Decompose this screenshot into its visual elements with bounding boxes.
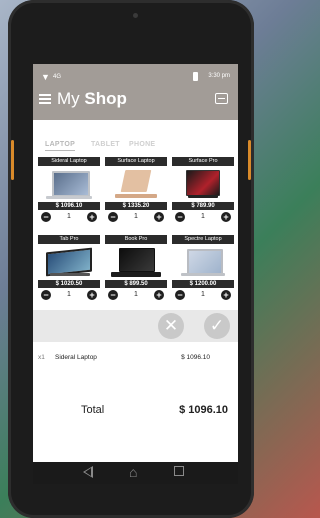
product-name: Tab Pro (38, 235, 100, 244)
quantity-stepper: − 1 + (172, 288, 234, 302)
product-image (38, 166, 100, 202)
product-card[interactable]: Surface Laptop $ 1335.20 − 1 + (105, 157, 167, 231)
product-image (105, 166, 167, 202)
product-image (38, 244, 100, 280)
product-image (172, 244, 234, 280)
cancel-button[interactable]: ✕ (158, 313, 184, 339)
product-card[interactable]: Sideral Laptop $ 1096.10 − 1 + (38, 157, 100, 231)
product-price: $ 1200.00 (172, 280, 234, 288)
product-price: $ 899.50 (105, 280, 167, 288)
quantity-stepper: − 1 + (38, 210, 100, 224)
increment-button[interactable]: + (87, 212, 97, 222)
product-card[interactable]: Surface Pro $ 789.90 − 1 + (172, 157, 234, 231)
barcode-scan-icon[interactable] (215, 93, 228, 104)
product-card[interactable]: Book Pro $ 899.50 − 1 + (105, 235, 167, 309)
cart-item[interactable]: x1 Sideral Laptop $ 1096.10 (33, 354, 238, 366)
status-bar: ▼ 4G 3:30 pm (39, 72, 232, 84)
recent-apps-icon[interactable] (174, 466, 184, 476)
system-nav-bar: ⌂ (33, 462, 238, 484)
front-camera (133, 13, 138, 18)
status-time: 3:30 pm (208, 73, 230, 79)
app-header: ▼ 4G 3:30 pm My Shop (33, 64, 238, 120)
product-name: Surface Laptop (105, 157, 167, 166)
product-name: Sideral Laptop (38, 157, 100, 166)
product-price: $ 1335.20 (105, 202, 167, 210)
product-price: $ 1096.10 (38, 202, 100, 210)
quantity-stepper: − 1 + (105, 210, 167, 224)
product-name: Book Pro (105, 235, 167, 244)
product-card[interactable]: Spectre Laptop $ 1200.00 − 1 + (172, 235, 234, 309)
cart-item-price: $ 1096.10 (181, 354, 210, 361)
total-label: Total (81, 404, 105, 416)
quantity-stepper: − 1 + (105, 288, 167, 302)
quantity-stepper: − 1 + (38, 288, 100, 302)
cart-item-name: Sideral Laptop (55, 354, 97, 361)
page-title: My Shop (57, 89, 127, 109)
product-name: Surface Pro (172, 157, 234, 166)
increment-button[interactable]: + (221, 212, 231, 222)
quantity-stepper: − 1 + (172, 210, 234, 224)
title-bold: Shop (84, 89, 127, 108)
total-value: $ 1096.10 (179, 404, 228, 416)
back-icon[interactable] (83, 466, 93, 478)
hamburger-icon[interactable] (39, 94, 51, 104)
increment-button[interactable]: + (87, 290, 97, 300)
checkmark-icon: ✓ (209, 316, 225, 335)
increment-button[interactable]: + (221, 290, 231, 300)
x-icon: ✕ (163, 316, 179, 335)
category-tabs: LAPTOP TABLET PHONE (45, 141, 225, 153)
side-button (248, 140, 251, 180)
cart-item-qty: x1 (38, 354, 45, 361)
wifi-icon: ▼ (41, 72, 50, 82)
tab-laptop[interactable]: LAPTOP (45, 141, 76, 151)
home-icon[interactable]: ⌂ (129, 465, 137, 479)
increment-button[interactable]: + (154, 212, 164, 222)
product-image (105, 244, 167, 280)
battery-icon (193, 72, 198, 81)
tab-tablet[interactable]: TABLET (91, 141, 120, 148)
product-price: $ 1020.50 (38, 280, 100, 288)
product-price: $ 789.90 (172, 202, 234, 210)
increment-button[interactable]: + (154, 290, 164, 300)
product-image (172, 166, 234, 202)
tab-phone[interactable]: PHONE (129, 141, 155, 148)
app-screen: ▼ 4G 3:30 pm My Shop LAPTOP TABLET PHONE… (33, 64, 238, 484)
product-name: Spectre Laptop (172, 235, 234, 244)
title-light: My (57, 89, 80, 108)
cart-action-bar: ✕ ✓ (33, 310, 238, 342)
side-button (11, 140, 14, 180)
confirm-button[interactable]: ✓ (204, 313, 230, 339)
signal-label: 4G (53, 74, 62, 80)
product-card[interactable]: Tab Pro $ 1020.50 − 1 + (38, 235, 100, 309)
